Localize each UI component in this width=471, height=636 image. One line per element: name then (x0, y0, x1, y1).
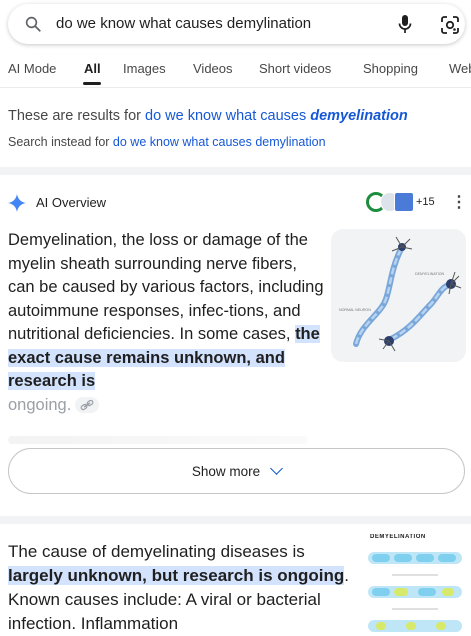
ai-overview-label: AI Overview (36, 195, 107, 210)
active-tab-indicator (83, 82, 101, 85)
image-label-normal-neuron: NORMAL NEURON (339, 308, 371, 312)
search-tabs: AI Mode All Images Videos Short videos S… (0, 52, 471, 86)
google-lens-icon[interactable] (440, 15, 460, 35)
image-label-demyelination: DEMYELINATION (415, 272, 444, 276)
search-input[interactable]: do we know what causes demylination (56, 15, 311, 32)
snippet-text-before: The cause of demyelinating diseases is (8, 542, 305, 561)
featured-snippet-text: The cause of demyelinating diseases is l… (8, 540, 356, 636)
correction-prefix: These are results for (8, 108, 145, 124)
tab-images[interactable]: Images (123, 61, 166, 76)
tab-shopping[interactable]: Shopping (363, 61, 418, 76)
myelin-diagram (368, 552, 462, 632)
source-favicon (394, 192, 414, 212)
ai-overview-faded: ongoing (8, 395, 67, 414)
faded-preview-text (8, 436, 308, 444)
neuron-illustration: DEMYELINATION NORMAL NEURON (339, 236, 462, 352)
ai-overview-faded-end: . (66, 395, 72, 414)
spelling-correction: These are results for do we know what ca… (8, 108, 408, 124)
corrected-query-link[interactable]: do we know what causes demyelination (145, 108, 408, 124)
chevron-down-icon (270, 462, 284, 475)
show-more-button[interactable]: Show more (8, 448, 465, 494)
link-chip[interactable] (75, 397, 100, 414)
search-instead: Search instead for do we know what cause… (8, 135, 326, 149)
microphone-icon[interactable] (397, 14, 413, 34)
snippet-image-title: DEMYELINATION (370, 534, 426, 540)
featured-snippet-image[interactable]: DEMYELINATION (362, 534, 468, 635)
show-more-label: Show more (191, 464, 261, 479)
tab-ai-mode[interactable]: AI Mode (8, 61, 56, 76)
tabs-divider (0, 87, 471, 88)
snippet-highlight: largely unknown, but research is ongoing (8, 566, 345, 585)
tab-short-videos[interactable]: Short videos (259, 61, 331, 76)
ai-overview-body: Demyelination, the loss or damage of the… (8, 231, 324, 343)
search-instead-prefix: Search instead for (8, 135, 113, 149)
link-icon (80, 399, 94, 411)
tab-web[interactable]: Web (449, 61, 471, 76)
original-query-link[interactable]: do we know what causes demylination (113, 135, 326, 149)
more-sources-count: +15 (416, 196, 435, 208)
section-divider (0, 167, 471, 175)
search-icon (25, 16, 41, 32)
more-options-icon[interactable]: ⋮ (451, 195, 467, 213)
tab-videos[interactable]: Videos (193, 61, 233, 76)
section-divider (0, 516, 471, 524)
ai-overview-text: Demyelination, the loss or damage of the… (8, 229, 324, 417)
search-bar[interactable]: do we know what causes demylination (8, 4, 465, 44)
corrected-query-text: do we know what causes (145, 108, 311, 124)
corrected-term: demyelination (310, 108, 408, 124)
gemini-sparkle-icon (8, 194, 26, 212)
tab-all[interactable]: All (84, 61, 101, 76)
ai-overview-image[interactable]: DEMYELINATION NORMAL NEURON (331, 229, 466, 362)
